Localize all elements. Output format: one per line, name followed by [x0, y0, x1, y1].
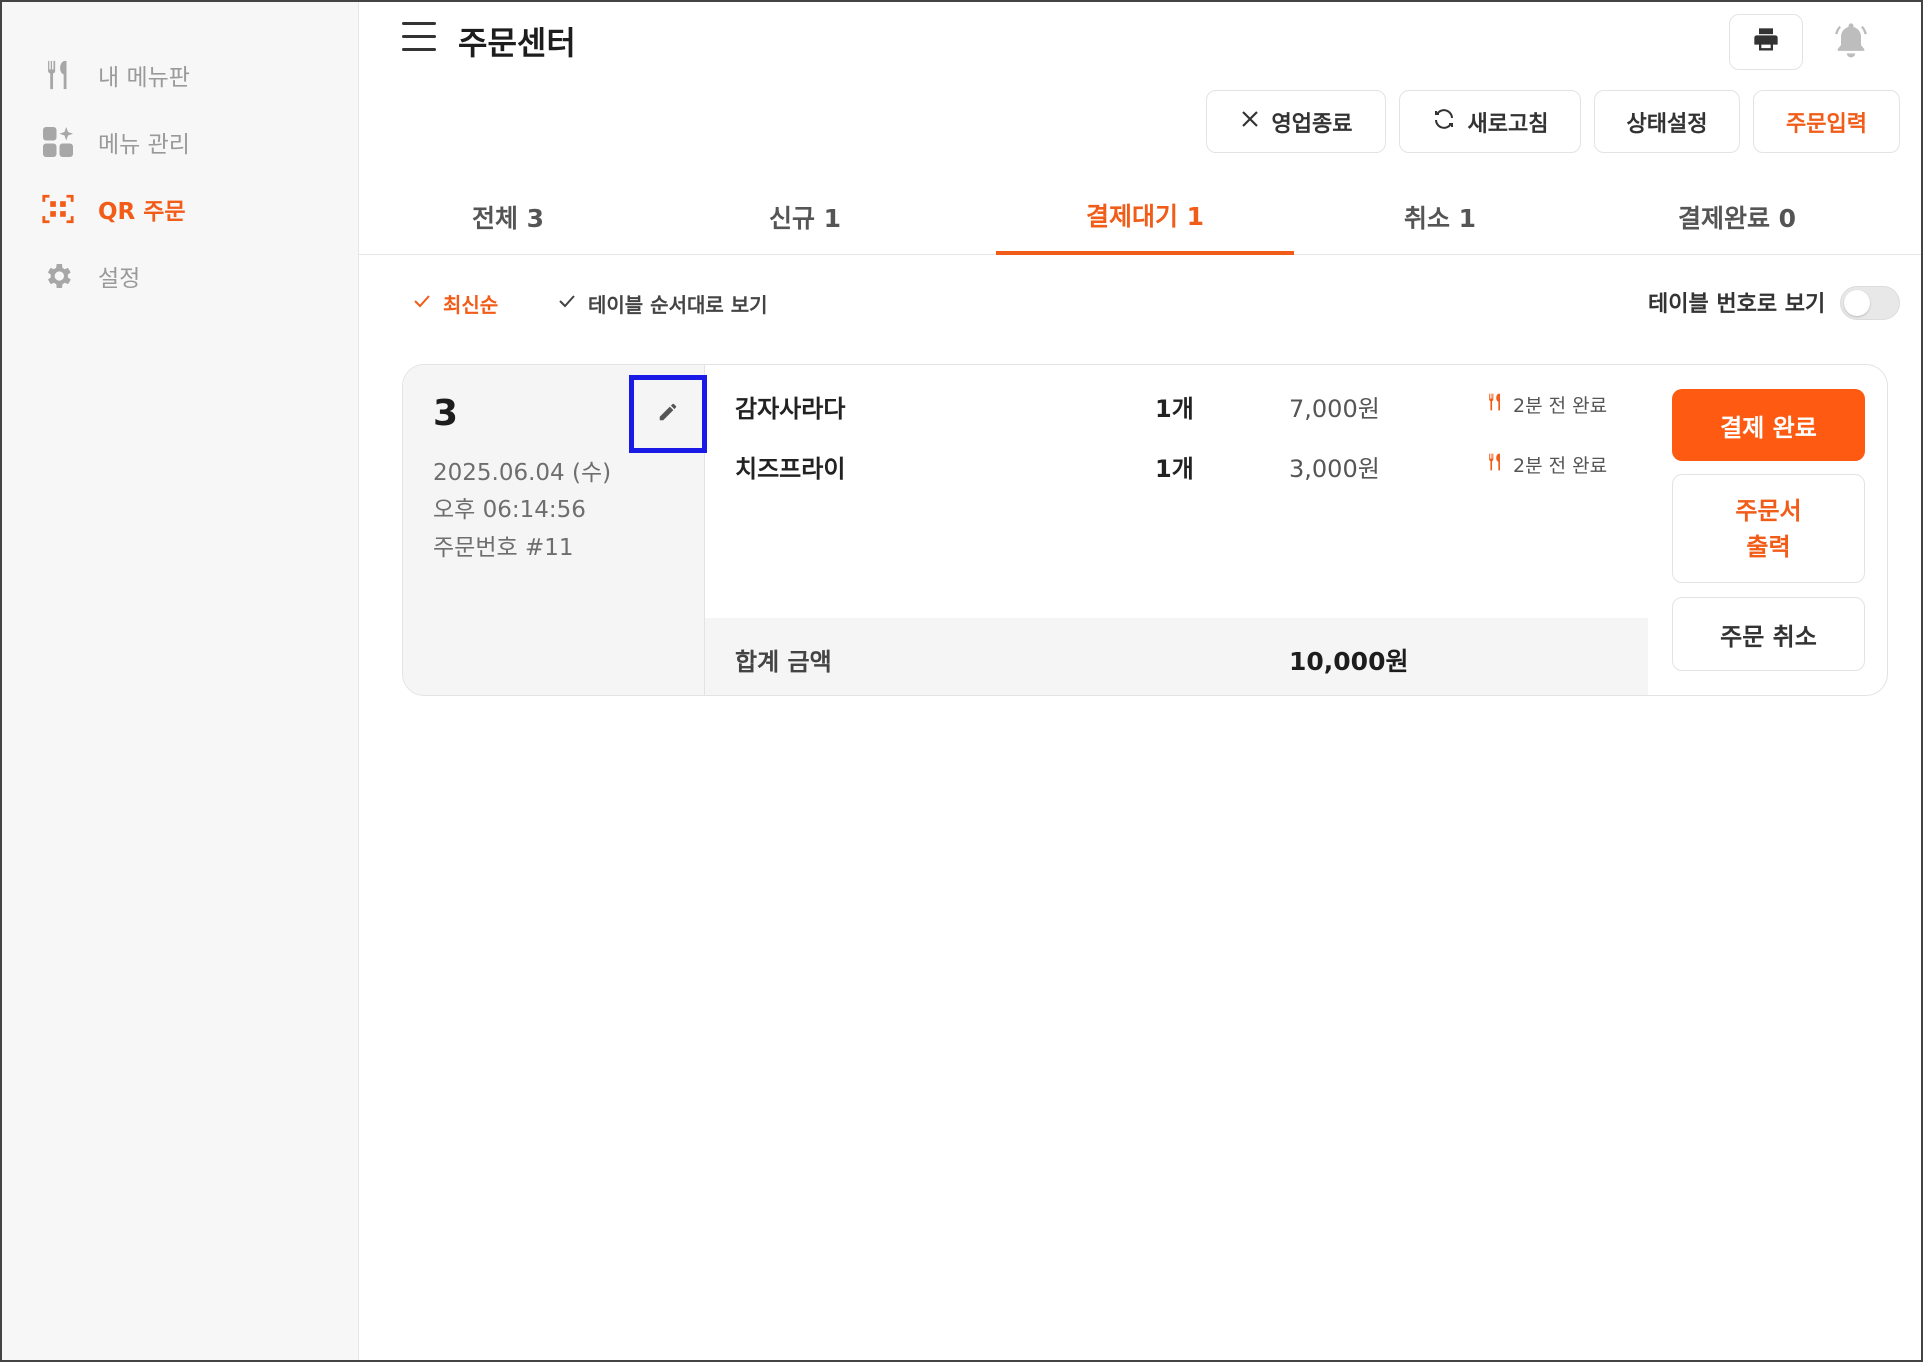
item-name: 치즈프라이: [735, 455, 846, 483]
status-setting-button[interactable]: 상태설정: [1594, 90, 1740, 153]
print-button[interactable]: [1729, 14, 1803, 70]
gear-icon: [38, 256, 78, 296]
item-status: 2분 전 완료: [1485, 391, 1607, 418]
sidebar: 내 메뉴판 메뉴 관리 QR 주문 설정: [0, 0, 359, 1362]
order-input-label: 주문입력: [1786, 111, 1867, 137]
tab-cancelled[interactable]: 취소 1: [1291, 178, 1589, 255]
print-order-label-line1: 주문서: [1735, 496, 1802, 525]
table-number: 3: [433, 393, 459, 434]
check-icon: [558, 291, 576, 315]
table-number-view-toggle[interactable]: [1840, 286, 1900, 320]
order-input-button[interactable]: 주문입력: [1753, 90, 1900, 153]
tab-new[interactable]: 신규 1: [656, 178, 954, 255]
sidebar-item-settings[interactable]: 설정: [38, 251, 338, 301]
sidebar-item-my-menu[interactable]: 내 메뉴판: [38, 50, 338, 100]
order-items-panel: 감자사라다 1개 7,000원 2분 전 완료 치즈프라이 1개 3,000원 …: [705, 365, 1648, 695]
utensils-icon: [1485, 391, 1505, 418]
table-number-view-label: 테이블 번호로 보기: [1648, 292, 1826, 317]
item-name: 감자사라다: [735, 395, 846, 423]
order-info-panel: 3 2025.06.04 (수) 오후 06:14:56 주문번호 #11: [403, 365, 707, 695]
print-order-button[interactable]: 주문서 출력: [1672, 474, 1865, 583]
page-title: 주문센터: [458, 24, 576, 62]
close-business-label: 영업종료: [1271, 111, 1353, 137]
item-status-label: 2분 전 완료: [1513, 455, 1608, 477]
sidebar-item-label: QR 주문: [98, 199, 186, 225]
printer-icon: [1752, 26, 1780, 58]
refresh-icon: [1432, 107, 1456, 137]
sidebar-item-label: 메뉴 관리: [98, 132, 190, 158]
hamburger-icon[interactable]: [402, 22, 436, 54]
tab-all[interactable]: 전체 3: [359, 178, 657, 255]
tab-payment-pending[interactable]: 결제대기 1: [996, 178, 1294, 255]
print-order-label-line2: 출력: [1746, 532, 1791, 561]
item-price: 3,000원: [1289, 455, 1380, 483]
order-total-row: 합계 금액 10,000원: [705, 618, 1648, 695]
sidebar-item-menu-management[interactable]: 메뉴 관리: [38, 117, 338, 167]
item-price: 7,000원: [1289, 395, 1380, 423]
item-quantity: 1개: [1155, 395, 1194, 423]
order-number: 주문번호 #11: [433, 535, 574, 561]
edit-table-button[interactable]: [629, 375, 707, 453]
sort-table-order-label: 테이블 순서대로 보기: [588, 292, 768, 317]
total-label: 합계 금액: [735, 648, 832, 676]
tab-payment-complete[interactable]: 결제완료 0: [1588, 178, 1886, 255]
order-actions-panel: 결제 완료 주문서 출력 주문 취소: [1648, 365, 1887, 695]
pencil-icon: [657, 401, 679, 427]
item-status-label: 2분 전 완료: [1513, 395, 1608, 417]
sidebar-item-label: 내 메뉴판: [98, 65, 190, 91]
sort-latest-filter[interactable]: 최신순: [413, 288, 498, 318]
toggle-knob: [1844, 290, 1870, 316]
utensils-icon: [1485, 451, 1505, 478]
grid-sparkle-icon: [38, 122, 78, 162]
close-business-button[interactable]: 영업종료: [1206, 90, 1386, 153]
order-time: 오후 06:14:56: [433, 497, 586, 523]
sort-table-order-filter[interactable]: 테이블 순서대로 보기: [558, 288, 768, 318]
sort-latest-label: 최신순: [443, 292, 499, 317]
order-item: 감자사라다 1개 7,000원 2분 전 완료: [705, 389, 1648, 429]
utensils-icon: [38, 55, 78, 95]
notification-button[interactable]: [1814, 14, 1888, 70]
cancel-order-button[interactable]: 주문 취소: [1672, 597, 1865, 671]
pay-complete-button[interactable]: 결제 완료: [1672, 389, 1865, 461]
item-quantity: 1개: [1155, 455, 1194, 483]
order-date: 2025.06.04 (수): [433, 460, 612, 486]
order-item: 치즈프라이 1개 3,000원 2분 전 완료: [705, 449, 1648, 489]
sidebar-item-label: 설정: [98, 266, 141, 292]
close-icon: [1240, 109, 1260, 135]
order-card: 3 2025.06.04 (수) 오후 06:14:56 주문번호 #11 감자…: [402, 364, 1888, 696]
total-amount: 10,000원: [1289, 647, 1409, 676]
qr-scan-icon: [38, 189, 78, 229]
item-status: 2분 전 완료: [1485, 451, 1607, 478]
refresh-label: 새로고침: [1467, 111, 1549, 137]
sidebar-item-qr-order[interactable]: QR 주문: [38, 184, 338, 234]
bell-icon: [1831, 20, 1871, 64]
status-setting-label: 상태설정: [1626, 111, 1708, 137]
order-status-tabs: 전체 3 신규 1 결제대기 1 취소 1 결제완료 0: [359, 178, 1923, 255]
check-icon: [413, 291, 431, 315]
refresh-button[interactable]: 새로고침: [1399, 90, 1581, 153]
